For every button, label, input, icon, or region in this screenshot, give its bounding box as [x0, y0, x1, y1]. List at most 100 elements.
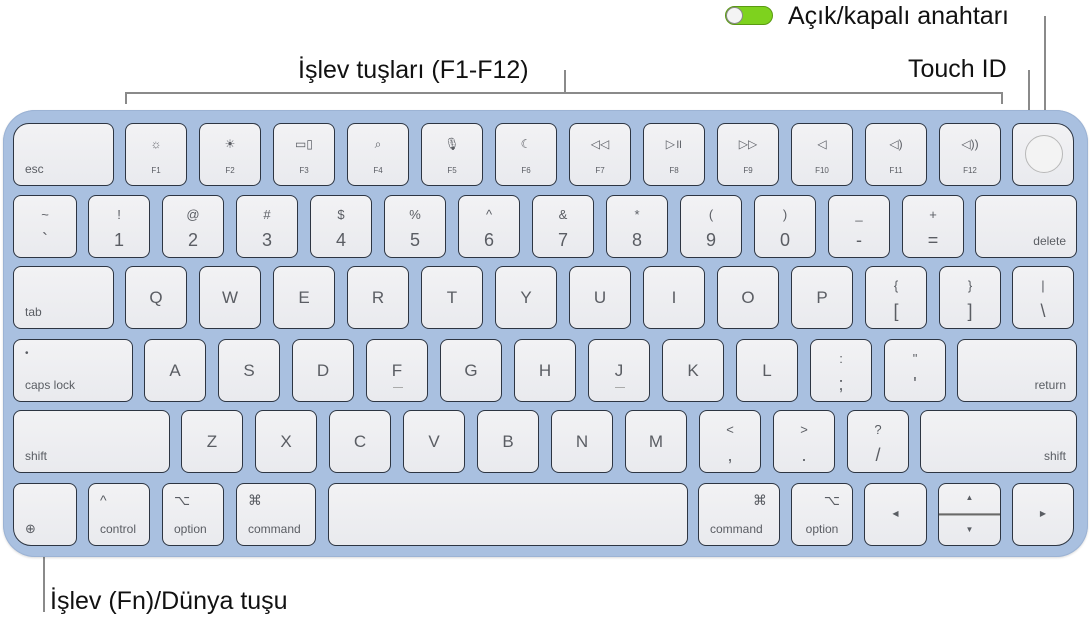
key-f11[interactable]: ◁) F11: [865, 123, 927, 186]
key-f6[interactable]: ☾ F6: [495, 123, 557, 186]
key-symbol[interactable]: _ -: [828, 195, 890, 258]
key-c[interactable]: C: [329, 410, 391, 473]
key-1[interactable]: ! 1: [88, 195, 150, 258]
key-symbol[interactable]: | \: [1012, 266, 1074, 329]
key-shift-char: {: [893, 278, 899, 293]
key-d[interactable]: D: [292, 339, 354, 402]
key-9[interactable]: (9: [680, 195, 742, 258]
key-n[interactable]: N: [551, 410, 613, 473]
key-4[interactable]: $4: [310, 195, 372, 258]
key-6[interactable]: ^ 6: [458, 195, 520, 258]
key-symbol[interactable]: ? /: [847, 410, 909, 473]
key-main-char: [: [893, 301, 899, 321]
key-return[interactable]: return: [957, 339, 1077, 402]
key-letter: J: [614, 361, 624, 380]
key-w[interactable]: W: [199, 266, 261, 329]
key-delete[interactable]: delete: [975, 195, 1077, 258]
key-arrow-left[interactable]: ◀: [864, 483, 927, 546]
arrow-divider: [939, 513, 1000, 516]
key-3[interactable]: #3: [236, 195, 298, 258]
key-option[interactable]: ⌥ option: [791, 483, 853, 546]
key-shift-char: ": [912, 351, 918, 366]
key-shift-char: }: [967, 278, 973, 293]
key-letter: T: [446, 288, 458, 307]
key-f[interactable]: F: [366, 339, 428, 402]
key-k[interactable]: K: [662, 339, 724, 402]
key-x[interactable]: X: [255, 410, 317, 473]
key-a[interactable]: A: [144, 339, 206, 402]
key-esc[interactable]: esc: [13, 123, 114, 186]
key-l[interactable]: L: [736, 339, 798, 402]
key-shift-char: +: [929, 207, 937, 222]
key-symbol[interactable]: {[: [865, 266, 927, 329]
key-main-char: 0: [779, 230, 790, 250]
key-5[interactable]: % 5: [384, 195, 446, 258]
key-7[interactable]: & 7: [532, 195, 594, 258]
key-symbol[interactable]: }]: [939, 266, 1001, 329]
key-label: F9: [743, 166, 753, 175]
key-f2[interactable]: ☀ F2: [199, 123, 261, 186]
key-z[interactable]: Z: [181, 410, 243, 473]
key-symbol[interactable]: + =: [902, 195, 964, 258]
key-shift[interactable]: shift: [920, 410, 1077, 473]
key-f4[interactable]: ⌕ F4: [347, 123, 409, 186]
key-y[interactable]: Y: [495, 266, 557, 329]
arrow-down-icon: ▼: [965, 525, 974, 534]
key-symbol[interactable]: ~ `: [13, 195, 77, 258]
key-i[interactable]: I: [643, 266, 705, 329]
key-e[interactable]: E: [273, 266, 335, 329]
key-main-char: 1: [113, 230, 124, 250]
key-letter: H: [538, 361, 552, 380]
key-f12[interactable]: ◁)) F12: [939, 123, 1001, 186]
key-command[interactable]: ⌘ command: [236, 483, 316, 546]
key-r[interactable]: R: [347, 266, 409, 329]
key-f3[interactable]: ▭▯ F3: [273, 123, 335, 186]
key-arrow-right[interactable]: ▶: [1012, 483, 1074, 546]
key-q[interactable]: Q: [125, 266, 187, 329]
touch-id-icon: [1025, 135, 1063, 173]
key-t[interactable]: T: [421, 266, 483, 329]
key-shift-char: <: [726, 422, 734, 437]
key-tab[interactable]: tab: [13, 266, 114, 329]
key-s[interactable]: S: [218, 339, 280, 402]
option-symbol: ⌥: [823, 492, 840, 508]
key-control[interactable]: ^ control: [88, 483, 150, 546]
key-b[interactable]: B: [477, 410, 539, 473]
key-letter: N: [575, 432, 589, 451]
key-space[interactable]: [328, 483, 688, 546]
key-f5[interactable]: 🎙︎ F5: [421, 123, 483, 186]
key-u[interactable]: U: [569, 266, 631, 329]
touch-id-callout: Touch ID: [908, 55, 1007, 83]
key-f8[interactable]: ▷॥ F8: [643, 123, 705, 186]
key-p[interactable]: P: [791, 266, 853, 329]
key-f10[interactable]: ◁ F10: [791, 123, 853, 186]
key-v[interactable]: V: [403, 410, 465, 473]
key-caps-lock[interactable]: • caps lock: [13, 339, 133, 402]
key-main-char: 5: [409, 230, 420, 250]
key-0[interactable]: ) 0: [754, 195, 816, 258]
key-fn-globe[interactable]: ⊕: [13, 483, 77, 546]
touch-id-button[interactable]: [1012, 123, 1074, 186]
key-symbol[interactable]: >.: [773, 410, 835, 473]
key-shift[interactable]: shift: [13, 410, 170, 473]
key-label: command: [710, 522, 763, 536]
key-o[interactable]: O: [717, 266, 779, 329]
key-f7[interactable]: ◁◁ F7: [569, 123, 631, 186]
key-m[interactable]: M: [625, 410, 687, 473]
key-symbol[interactable]: " ': [884, 339, 946, 402]
key-letter: K: [687, 361, 699, 380]
key-main-char: ,: [727, 445, 733, 465]
key-f1[interactable]: ☼ F1: [125, 123, 187, 186]
key-h[interactable]: H: [514, 339, 576, 402]
key-command[interactable]: ⌘ command: [698, 483, 780, 546]
key-8[interactable]: * 8: [606, 195, 668, 258]
key-main-char: -: [856, 230, 862, 250]
key-f9[interactable]: ▷▷ F9: [717, 123, 779, 186]
key-symbol[interactable]: :;: [810, 339, 872, 402]
key-arrow-up-down[interactable]: ▲ ▼: [938, 483, 1001, 546]
key-option[interactable]: ⌥ option: [162, 483, 224, 546]
key-j[interactable]: J: [588, 339, 650, 402]
key-g[interactable]: G: [440, 339, 502, 402]
key-2[interactable]: @2: [162, 195, 224, 258]
key-symbol[interactable]: <,: [699, 410, 761, 473]
